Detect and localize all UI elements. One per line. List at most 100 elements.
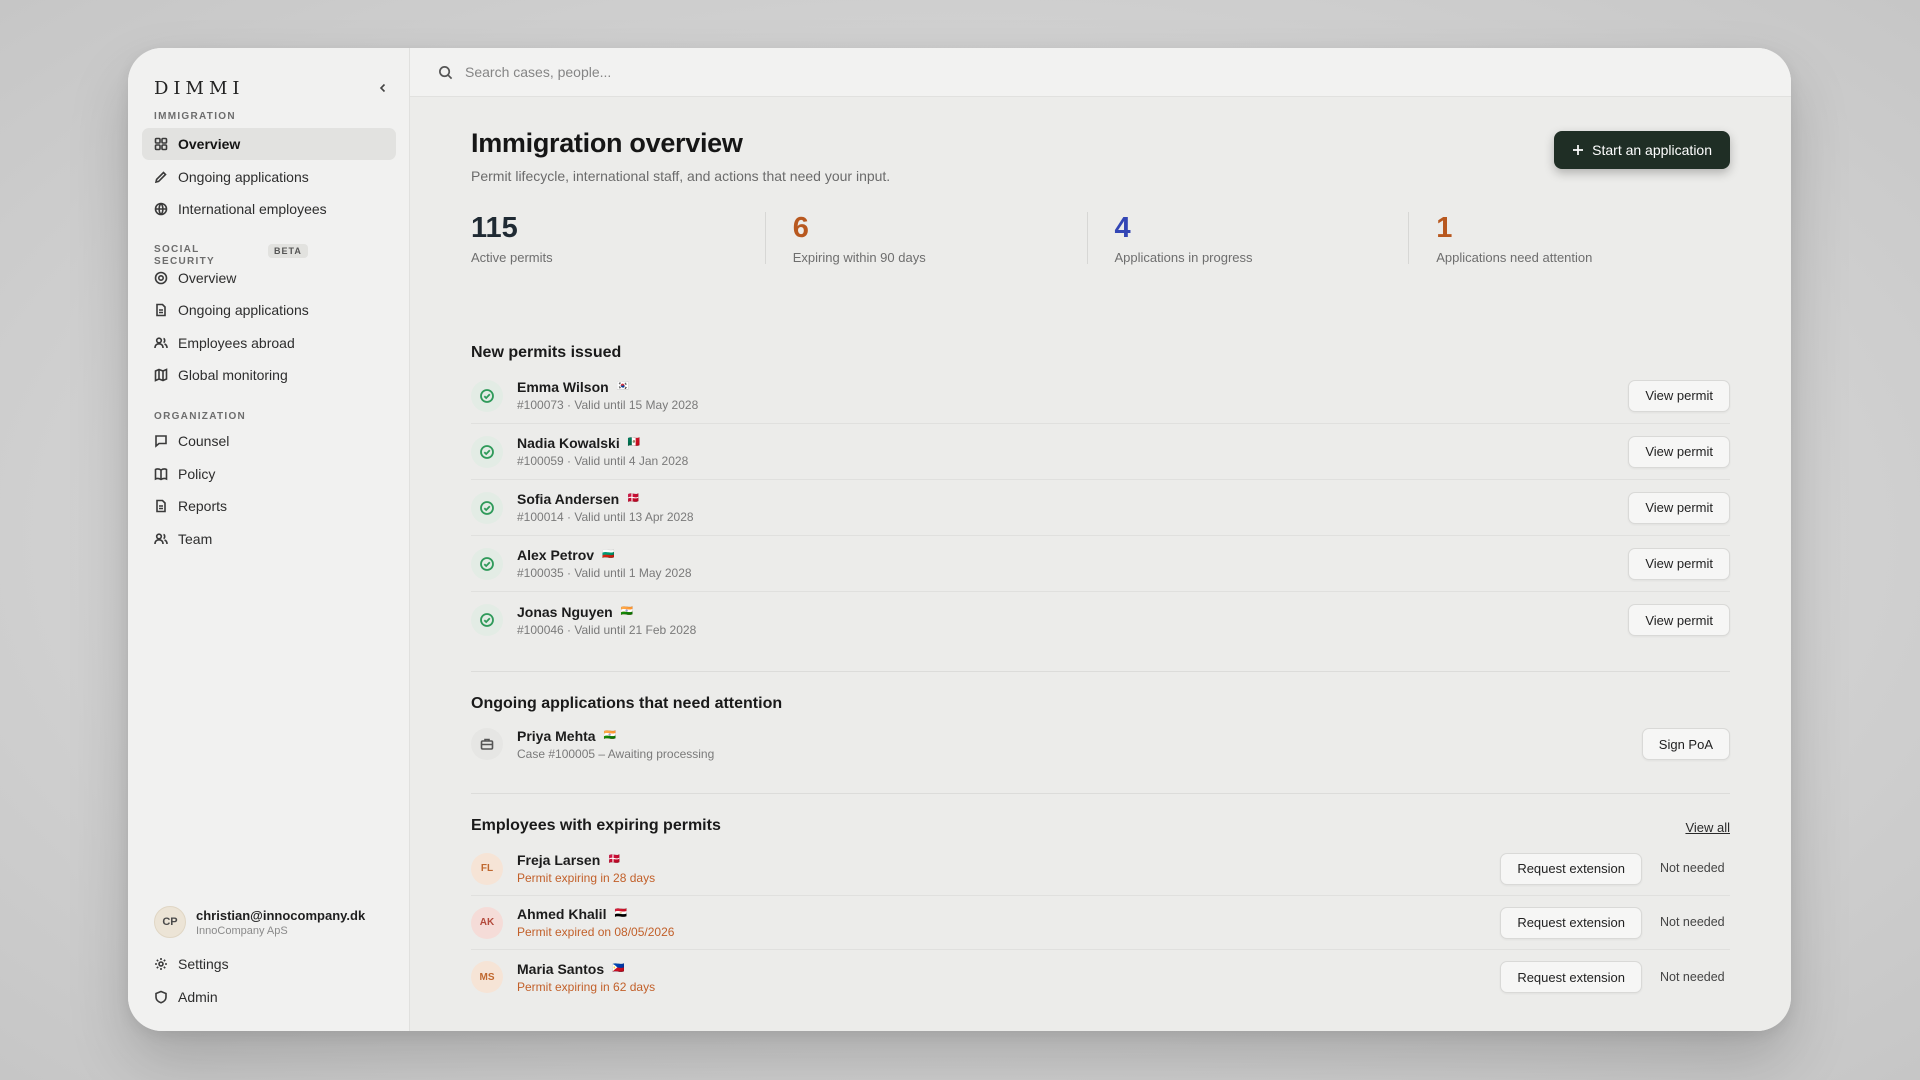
sidebar-item-label: Overview — [178, 136, 241, 152]
section-divider — [471, 793, 1730, 794]
sidebar-item-counsel[interactable]: Counsel — [142, 425, 396, 457]
section-label-immigration: IMMIGRATION — [154, 111, 236, 122]
expiring-title: Employees with expiring permits — [471, 817, 721, 834]
grid-icon — [154, 137, 168, 151]
app-window: DIMMI IMMIGRATION Overview Ongoing appli… — [128, 48, 1791, 1031]
employee-info: Maria Santos 🇵🇭 Permit expiring in 62 day… — [517, 961, 655, 994]
stat-need-attention: 1 Applications need attention — [1408, 212, 1730, 272]
sidebar-item-admin[interactable]: Admin — [142, 981, 396, 1013]
permit-info: Alex Petrov 🇧🇬 #100035 · Valid until 1 Ma… — [517, 547, 692, 580]
country-flag: 🇵🇭 — [612, 962, 625, 974]
expiring-row: FL Freja Larsen 🇩🇰 Permit expiring in 28 … — [471, 842, 1730, 896]
search-bar — [410, 48, 1791, 97]
search-input[interactable] — [465, 64, 1065, 80]
permit-info: Nadia Kowalski 🇲🇽 #100059 · Valid until 4… — [517, 435, 688, 468]
not-needed-option[interactable]: Not needed — [1660, 915, 1730, 930]
not-needed-option[interactable]: Not needed — [1660, 970, 1730, 985]
sidebar-item-social-overview[interactable]: Overview — [142, 262, 396, 294]
shield-icon — [154, 990, 168, 1004]
user-account[interactable]: CP christian@innocompany.dk InnoCompany … — [154, 906, 365, 938]
permit-row: Alex Petrov 🇧🇬 #100035 · Valid until 1 Ma… — [471, 536, 1730, 592]
view-permit-button[interactable]: View permit — [1628, 379, 1730, 412]
sidebar-item-global-monitoring[interactable]: Global monitoring — [142, 359, 396, 391]
sidebar-item-reports[interactable]: Reports — [142, 490, 396, 522]
permit-detail: #100014 · Valid until 13 Apr 2028 — [517, 510, 694, 524]
sidebar-item-label: Admin — [178, 989, 218, 1005]
map-icon — [154, 368, 168, 382]
beta-badge: BETA — [268, 244, 308, 258]
permit-info: Jonas Nguyen 🇮🇳 #100046 · Valid until 21 … — [517, 604, 696, 637]
country-flag: 🇰🇷 — [616, 381, 630, 392]
plus-icon — [1573, 145, 1584, 155]
sidebar-item-label: Counsel — [178, 433, 230, 449]
check-circle-icon — [471, 379, 503, 412]
report-icon — [154, 499, 168, 513]
avatar: AK — [471, 906, 503, 939]
permit-detail: #100059 · Valid until 4 Jan 2028 — [517, 454, 689, 468]
expiry-status: Permit expiring in 28 days — [517, 871, 656, 885]
stat-value: 115 — [471, 212, 518, 244]
globe-icon — [154, 202, 168, 216]
employee-info: Ahmed Khalil 🇪🇬 Permit expired on 08/05/2… — [517, 906, 674, 939]
employee-name: Alex Petrov 🇧🇬 — [517, 547, 692, 563]
sidebar-item-team[interactable]: Team — [142, 523, 396, 555]
page-title: Immigration overview — [471, 128, 743, 158]
employee-name-text: Maria Santos — [517, 960, 605, 977]
employee-name-text: Sofia Andersen — [517, 491, 620, 507]
view-permit-button[interactable]: View permit — [1628, 435, 1730, 468]
request-extension-button[interactable]: Request extension — [1500, 906, 1642, 939]
sidebar: DIMMI IMMIGRATION Overview Ongoing appli… — [128, 48, 410, 1031]
section-divider — [471, 671, 1730, 672]
permit-row: Nadia Kowalski 🇲🇽 #100059 · Valid until 4… — [471, 424, 1730, 480]
book-icon — [154, 467, 168, 481]
not-needed-option[interactable]: Not needed — [1660, 861, 1730, 876]
country-flag: 🇩🇰 — [627, 493, 640, 504]
chat-icon — [154, 434, 168, 448]
chevron-left-icon — [379, 83, 386, 93]
employee-name: Maria Santos 🇵🇭 — [517, 961, 655, 977]
employee-name: Ahmed Khalil 🇪🇬 — [517, 906, 674, 922]
permit-detail: #100046 · Valid until 21 Feb 2028 — [517, 622, 697, 637]
team-icon — [154, 532, 168, 546]
employee-name: Freja Larsen 🇩🇰 — [517, 852, 655, 868]
users-icon — [154, 336, 168, 350]
start-application-button[interactable]: Start an application — [1554, 131, 1730, 169]
stat-label: Applications in progress — [1114, 250, 1253, 265]
sidebar-item-immigration-ongoing[interactable]: Ongoing applications — [142, 161, 396, 193]
sidebar-item-social-ongoing[interactable]: Ongoing applications — [142, 294, 396, 326]
sidebar-item-international-employees[interactable]: International employees — [142, 193, 396, 225]
collapse-sidebar-button[interactable] — [372, 77, 394, 99]
stat-expiring: 6 Expiring within 90 days — [764, 212, 1087, 272]
request-extension-button[interactable]: Request extension — [1500, 852, 1642, 885]
check-circle-icon — [471, 547, 503, 580]
sidebar-item-settings[interactable]: Settings — [142, 948, 396, 980]
gear-icon — [154, 957, 168, 971]
sidebar-item-immigration-overview[interactable]: Overview — [142, 128, 396, 160]
sidebar-item-label: Ongoing applications — [178, 169, 309, 185]
document-icon — [154, 303, 168, 317]
sidebar-item-policy[interactable]: Policy — [142, 458, 396, 490]
sidebar-item-label: Employees abroad — [178, 335, 295, 351]
sidebar-item-label: Team — [178, 531, 213, 547]
employee-name: Priya Mehta 🇮🇳 — [517, 728, 714, 744]
target-icon — [154, 271, 168, 285]
sidebar-item-employees-abroad[interactable]: Employees abroad — [142, 327, 396, 359]
view-permit-button[interactable]: View permit — [1628, 491, 1730, 524]
permit-info: Sofia Andersen 🇩🇰 #100014 · Valid until 1… — [517, 491, 694, 524]
sign-poa-button[interactable]: Sign PoA — [1641, 728, 1730, 760]
stat-value: 1 — [1436, 212, 1453, 244]
permit-row: Sofia Andersen 🇩🇰 #100014 · Valid until 1… — [471, 480, 1730, 536]
sidebar-item-label: Overview — [178, 270, 237, 286]
permit-detail: #100073 · Valid until 15 May 2028 — [517, 398, 699, 412]
start-application-label: Start an application — [1592, 142, 1712, 158]
view-all-link[interactable]: View all — [1685, 820, 1730, 835]
view-permit-button[interactable]: View permit — [1628, 604, 1730, 636]
user-email: christian@innocompany.dk — [196, 907, 366, 923]
stat-in-progress: 4 Applications in progress — [1086, 212, 1409, 272]
request-extension-button[interactable]: Request extension — [1500, 961, 1642, 993]
expiry-status: Permit expired on 08/05/2026 — [517, 925, 675, 939]
expiry-status: Permit expiring in 62 days — [517, 979, 656, 994]
attention-row: Priya Mehta 🇮🇳 Case #100005 – Awaiting pr… — [471, 716, 1730, 772]
view-permit-button[interactable]: View permit — [1628, 547, 1730, 580]
stats-row: 115 Active permits 6 Expiring within 90 … — [471, 212, 1730, 272]
